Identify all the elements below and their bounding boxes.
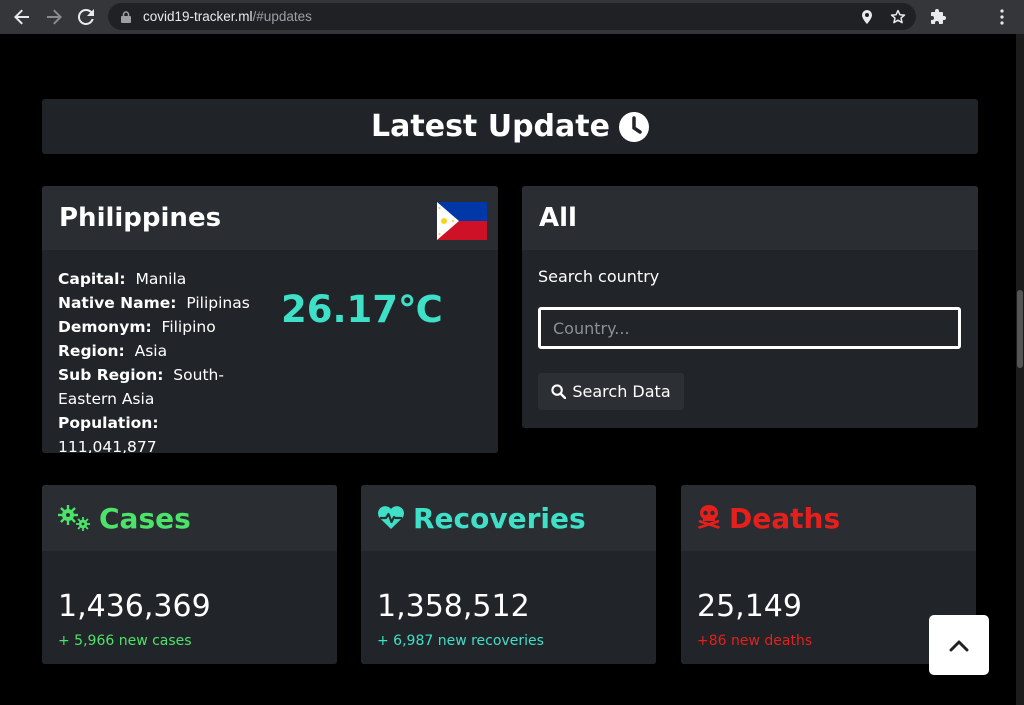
search-card-body: Search country Search Data (522, 250, 978, 428)
search-label: Search country (538, 267, 660, 286)
new-deaths: +86 new deaths (697, 633, 813, 649)
browser-toolbar: covid19-tracker.ml/#updates (0, 0, 1024, 34)
forward-icon[interactable] (38, 1, 70, 33)
search-card-title: All (539, 203, 577, 233)
latest-update-header: Latest Update (42, 99, 978, 154)
search-card: All Search country Search Data (522, 186, 978, 428)
search-card-header: All (522, 186, 978, 250)
virus-icon (58, 505, 90, 531)
bookmark-star-icon[interactable] (890, 9, 906, 25)
deaths-title: Deaths (729, 501, 841, 535)
lock-icon (121, 10, 131, 23)
page-title: Latest Update (371, 109, 610, 144)
detail-native-name: Native Name: Pilipinas (58, 291, 258, 315)
search-button-label: Search Data (572, 382, 671, 401)
recoveries-card-header: Recoveries (361, 485, 656, 551)
country-search-input[interactable] (538, 307, 961, 349)
recoveries-card: Recoveries 1,358,512 + 6,987 new recover… (361, 485, 656, 664)
country-details: Capital: Manila Native Name: Pilipinas D… (58, 267, 258, 453)
location-pin-icon[interactable] (859, 9, 875, 25)
deaths-total: 25,149 (697, 589, 802, 624)
address-bar[interactable]: covid19-tracker.ml/#updates (108, 3, 916, 30)
scrollbar-track[interactable] (1016, 34, 1024, 705)
chevron-up-icon (949, 640, 969, 652)
skull-crossbones-icon (698, 505, 720, 529)
detail-value: Pilipinas (186, 294, 250, 312)
search-icon (551, 384, 567, 399)
detail-region: Region: Asia (58, 339, 258, 363)
detail-population: Population: 111,041,877 (58, 411, 258, 453)
scrollbar-thumb[interactable] (1017, 290, 1023, 368)
cases-card-header: Cases (42, 485, 337, 551)
clock-icon (618, 111, 649, 142)
new-recoveries: + 6,987 new recoveries (377, 633, 544, 649)
detail-label: Region: (58, 342, 125, 360)
detail-value: 111,041,877 (58, 438, 157, 453)
back-icon[interactable] (6, 1, 38, 33)
recoveries-title: Recoveries (413, 501, 586, 535)
deaths-card-header: Deaths (681, 485, 976, 551)
cases-total: 1,436,369 (58, 589, 211, 624)
detail-label: Native Name: (58, 294, 177, 312)
cases-card: Cases 1,436,369 + 5,966 new cases (42, 485, 337, 664)
detail-label: Population: (58, 414, 159, 432)
detail-label: Demonym: (58, 318, 152, 336)
country-name: Philippines (59, 203, 222, 233)
country-info-card: Philippines Capital: Manila Native Name:… (42, 186, 498, 453)
url-host: covid19-tracker.ml (143, 9, 253, 24)
cases-title: Cases (99, 501, 191, 535)
reload-icon[interactable] (70, 1, 102, 33)
back-to-top-button[interactable] (929, 615, 989, 675)
detail-capital: Capital: Manila (58, 267, 258, 291)
url-path: /#updates (252, 9, 312, 24)
recoveries-card-body: 1,358,512 + 6,987 new recoveries (361, 551, 656, 664)
new-cases: + 5,966 new cases (58, 633, 192, 649)
detail-sub-region: Sub Region: South-Eastern Asia (58, 363, 258, 411)
detail-value: Asia (134, 342, 168, 360)
detail-value: Filipino (161, 318, 216, 336)
page-content: Latest Update Philippines Capital: Manil… (0, 34, 1016, 705)
browser-menu-icon[interactable] (996, 9, 1008, 25)
temperature-readout: 26.17℃ (281, 288, 443, 331)
detail-value: Manila (135, 270, 187, 288)
country-card-body: Capital: Manila Native Name: Pilipinas D… (42, 250, 498, 453)
search-data-button[interactable]: Search Data (538, 373, 684, 410)
country-card-header: Philippines (42, 186, 498, 250)
recoveries-total: 1,358,512 (377, 589, 530, 624)
extensions-puzzle-icon[interactable] (929, 8, 947, 26)
detail-label: Sub Region: (58, 366, 164, 384)
cases-card-body: 1,436,369 + 5,966 new cases (42, 551, 337, 664)
detail-label: Capital: (58, 270, 126, 288)
detail-demonym: Demonym: Filipino (58, 315, 258, 339)
philippines-flag-icon (437, 202, 487, 240)
heartbeat-icon (378, 506, 404, 529)
